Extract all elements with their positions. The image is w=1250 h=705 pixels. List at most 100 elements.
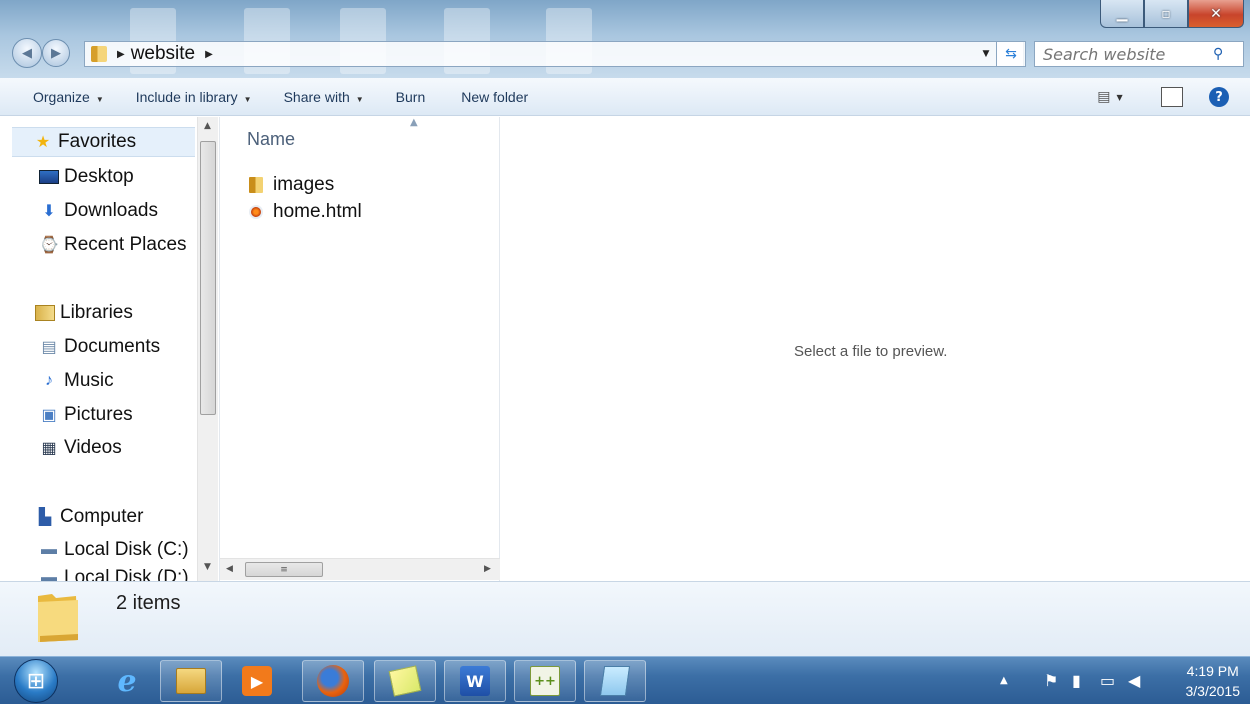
breadcrumb-arrow-icon[interactable]: ▶: [117, 49, 125, 60]
nav-item-music[interactable]: ♪ Music: [38, 366, 114, 396]
taskbar-sticky-notes[interactable]: [374, 660, 436, 702]
scroll-down-arrow-icon[interactable]: ▼: [204, 562, 211, 572]
nav-item-documents[interactable]: ▤ Documents: [38, 332, 160, 362]
nav-item-pictures[interactable]: ▣ Pictures: [38, 400, 132, 430]
notepad-icon: [599, 666, 631, 696]
recent-places-icon: ⌚: [39, 237, 59, 254]
drive-icon: ▬: [41, 569, 57, 581]
nav-item-label: Favorites: [58, 131, 137, 152]
change-view-button[interactable]: ▤ ▼: [1088, 86, 1132, 108]
nav-item-downloads[interactable]: ⬇ Downloads: [38, 196, 158, 226]
forward-button[interactable]: ▶: [42, 39, 70, 67]
taskbar-windows-explorer[interactable]: [160, 660, 222, 702]
scrollbar-thumb[interactable]: ≡: [245, 562, 323, 577]
view-list-icon: ▤: [1097, 89, 1111, 105]
breadcrumb-arrow-icon[interactable]: ▶: [205, 49, 213, 60]
nav-item-label: Desktop: [64, 166, 134, 187]
refresh-button[interactable]: ⇆: [996, 41, 1026, 67]
preview-pane-icon: [1161, 87, 1183, 107]
preview-message: Select a file to preview.: [794, 343, 948, 360]
clock[interactable]: 4:19 PM 3/3/2015: [1186, 661, 1241, 701]
address-bar[interactable]: ▶ website ▶: [84, 41, 1024, 67]
back-arrow-icon: ◀: [22, 45, 32, 61]
nav-item-libraries[interactable]: Libraries: [34, 298, 133, 328]
scrollbar-thumb[interactable]: [200, 141, 216, 415]
column-header-name[interactable]: Name: [247, 129, 295, 150]
scroll-left-arrow-icon[interactable]: ◀: [226, 564, 233, 574]
media-player-icon: ▶: [242, 666, 272, 696]
nav-item-desktop[interactable]: Desktop: [38, 162, 134, 192]
organize-menu[interactable]: Organize ▼: [24, 85, 113, 109]
taskbar-notepad[interactable]: [584, 660, 646, 702]
word-icon: W: [460, 666, 490, 696]
nav-item-recent-places[interactable]: ⌚ Recent Places: [38, 230, 187, 260]
list-item[interactable]: images: [247, 172, 334, 198]
system-tray: ▲ ⚑ ▮ ▭ ◀ 4:19 PM 3/3/2015: [970, 657, 1250, 705]
chevron-down-icon: ▼: [95, 94, 104, 104]
new-folder-button[interactable]: New folder: [452, 85, 537, 109]
search-icon[interactable]: ⚲: [1213, 46, 1223, 62]
network-icon[interactable]: ▭: [1100, 671, 1115, 690]
action-center-flag-icon[interactable]: ⚑: [1044, 671, 1058, 690]
nav-item-favorites[interactable]: ★ Favorites: [12, 127, 195, 157]
close-button[interactable]: ✕: [1188, 0, 1244, 28]
window-controls: ▁ ▫ ✕: [1100, 0, 1244, 30]
folder-icon: [91, 46, 107, 62]
include-in-library-menu[interactable]: Include in library ▼: [127, 85, 261, 109]
file-list: ▲ Name images home.html: [220, 117, 500, 581]
taskbar-internet-explorer[interactable]: e: [96, 660, 158, 702]
burn-button[interactable]: Burn: [387, 85, 435, 109]
help-button[interactable]: ?: [1208, 86, 1230, 108]
nav-item-local-disk-c[interactable]: ▬ Local Disk (C:): [38, 535, 189, 565]
back-button[interactable]: ◀: [12, 38, 42, 68]
nav-item-label: Recent Places: [64, 234, 187, 255]
command-bar: Organize ▼ Include in library ▼ Share with…: [0, 78, 1250, 116]
nav-item-computer[interactable]: ▙ Computer: [34, 502, 144, 532]
nav-item-label: Local Disk (C:): [64, 539, 189, 560]
show-hidden-icons-button[interactable]: ▲: [1000, 675, 1008, 686]
windows-explorer-icon: [176, 668, 206, 694]
pictures-icon: ▣: [41, 407, 57, 424]
taskbar-firefox[interactable]: [302, 660, 364, 702]
documents-icon: ▤: [41, 339, 57, 356]
folder-icon: [247, 176, 265, 194]
file-list-horizontal-scrollbar[interactable]: ◀ ≡ ▶: [220, 558, 500, 580]
scroll-up-arrow-icon[interactable]: ▲: [204, 121, 211, 131]
list-item[interactable]: home.html: [247, 199, 362, 225]
share-with-menu[interactable]: Share with ▼: [275, 85, 373, 109]
preview-pane-button[interactable]: [1160, 86, 1184, 108]
navigation-scrollbar[interactable]: ▲ ▼: [197, 117, 218, 581]
minimize-icon: ▁: [1116, 5, 1128, 22]
start-button[interactable]: ⊞: [14, 659, 58, 703]
firefox-icon: [317, 665, 349, 697]
nav-item-label: Downloads: [64, 200, 158, 221]
taskbar-notepadplusplus[interactable]: ++: [514, 660, 576, 702]
volume-icon[interactable]: ◀: [1128, 671, 1140, 690]
nav-item-label: Computer: [60, 506, 144, 527]
address-dropdown-button[interactable]: ▼: [976, 41, 996, 67]
search-input[interactable]: [1035, 44, 1213, 64]
power-icon[interactable]: ▮: [1072, 671, 1081, 690]
address-row: ◀ ▶ ▶ website ▶ ▼ ⇆ ⚲: [0, 36, 1250, 74]
include-in-library-label: Include in library: [135, 88, 238, 105]
sort-ascending-icon: ▲: [410, 117, 418, 128]
organize-label: Organize: [33, 88, 90, 105]
scroll-right-arrow-icon[interactable]: ▶: [484, 564, 491, 574]
item-count: 2 items: [116, 592, 181, 614]
breadcrumb-website[interactable]: website: [131, 43, 195, 65]
internet-explorer-icon: e: [117, 663, 137, 699]
taskbar: ⊞ e ▶ W ++ ▲ ⚑ ▮ ▭ ◀ 4:19 PM 3/3/2015: [0, 656, 1250, 704]
taskbar-media-player[interactable]: ▶: [226, 660, 288, 702]
music-icon: ♪: [45, 372, 53, 389]
videos-icon: ▦: [41, 440, 57, 457]
taskbar-word[interactable]: W: [444, 660, 506, 702]
maximize-button[interactable]: ▫: [1144, 0, 1188, 28]
minimize-button[interactable]: ▁: [1100, 0, 1144, 28]
windows-logo-icon: ⊞: [26, 668, 46, 694]
nav-item-videos[interactable]: ▦ Videos: [38, 433, 121, 463]
nav-item-local-disk-d[interactable]: ▬ Local Disk (D:): [38, 567, 189, 581]
search-box[interactable]: ⚲: [1034, 41, 1244, 67]
star-icon: ★: [35, 134, 51, 151]
notepadplusplus-icon: ++: [530, 666, 560, 696]
file-name: home.html: [273, 201, 362, 222]
